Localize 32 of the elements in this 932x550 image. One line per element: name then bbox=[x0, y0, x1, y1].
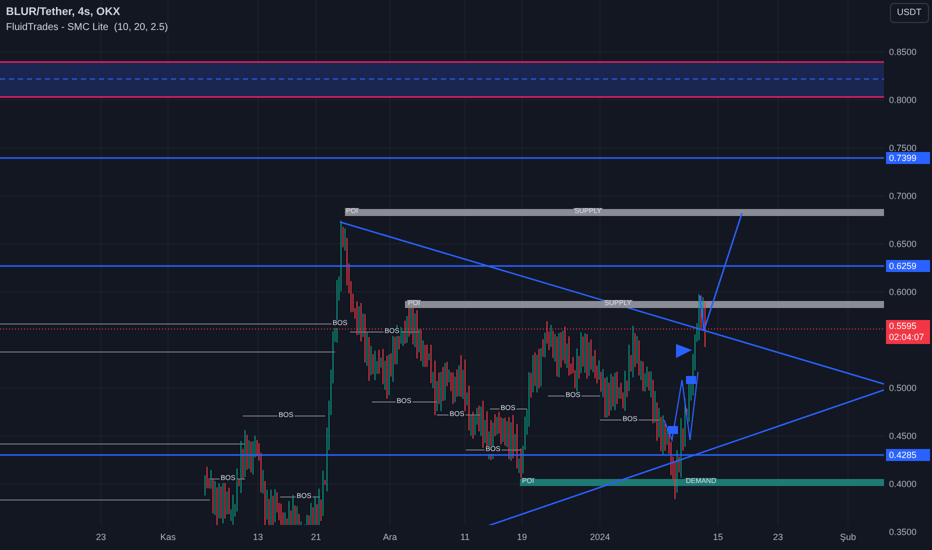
time-axis-label: Kas bbox=[160, 532, 176, 542]
time-axis-label: 2024 bbox=[590, 532, 610, 542]
time-axis-label: Şub bbox=[840, 532, 856, 542]
price-axis-tick: 0.3500 bbox=[889, 527, 917, 537]
symbol-title: BLUR/Tether, 4s, OKX bbox=[6, 5, 122, 20]
price-level-label: 0.4285 bbox=[886, 449, 930, 461]
bar-countdown: 02:04:07 bbox=[889, 332, 926, 343]
time-axis-label: 13 bbox=[253, 532, 263, 542]
time-axis-label: 11 bbox=[460, 532, 470, 542]
price-axis-tick: 0.8000 bbox=[889, 95, 917, 105]
price-axis-tick: 0.4000 bbox=[889, 479, 917, 489]
price-axis-tick: 0.6000 bbox=[889, 287, 917, 297]
price-level-label: 0.7399 bbox=[886, 152, 930, 164]
price-axis-tick: 0.7000 bbox=[889, 191, 917, 201]
price-axis-tick: 0.5000 bbox=[889, 383, 917, 393]
currency-button[interactable]: USDT bbox=[890, 3, 928, 23]
price-axis-tick: 0.6500 bbox=[889, 239, 917, 249]
time-axis-label: 23 bbox=[773, 532, 783, 542]
price-axis-tick: 0.8500 bbox=[889, 47, 917, 57]
square-marker-icon bbox=[686, 376, 696, 384]
time-axis-label: 21 bbox=[311, 532, 321, 542]
indicator-label: FluidTrades - SMC Lite (10, 20, 2.5) bbox=[6, 21, 168, 35]
current-price: 0.5595 bbox=[889, 321, 918, 332]
time-axis-label: 15 bbox=[713, 532, 723, 542]
time-axis-label: 19 bbox=[517, 532, 527, 542]
arrow-marker-icon bbox=[676, 344, 692, 358]
price-axis-tick: 0.7500 bbox=[889, 143, 917, 153]
price-level-label: 0.6259 bbox=[886, 260, 930, 272]
time-axis-label: Ara bbox=[383, 532, 397, 542]
time-axis-label: 23 bbox=[96, 532, 106, 542]
price-axis-tick: 0.4500 bbox=[889, 431, 917, 441]
path-line bbox=[663, 372, 699, 442]
